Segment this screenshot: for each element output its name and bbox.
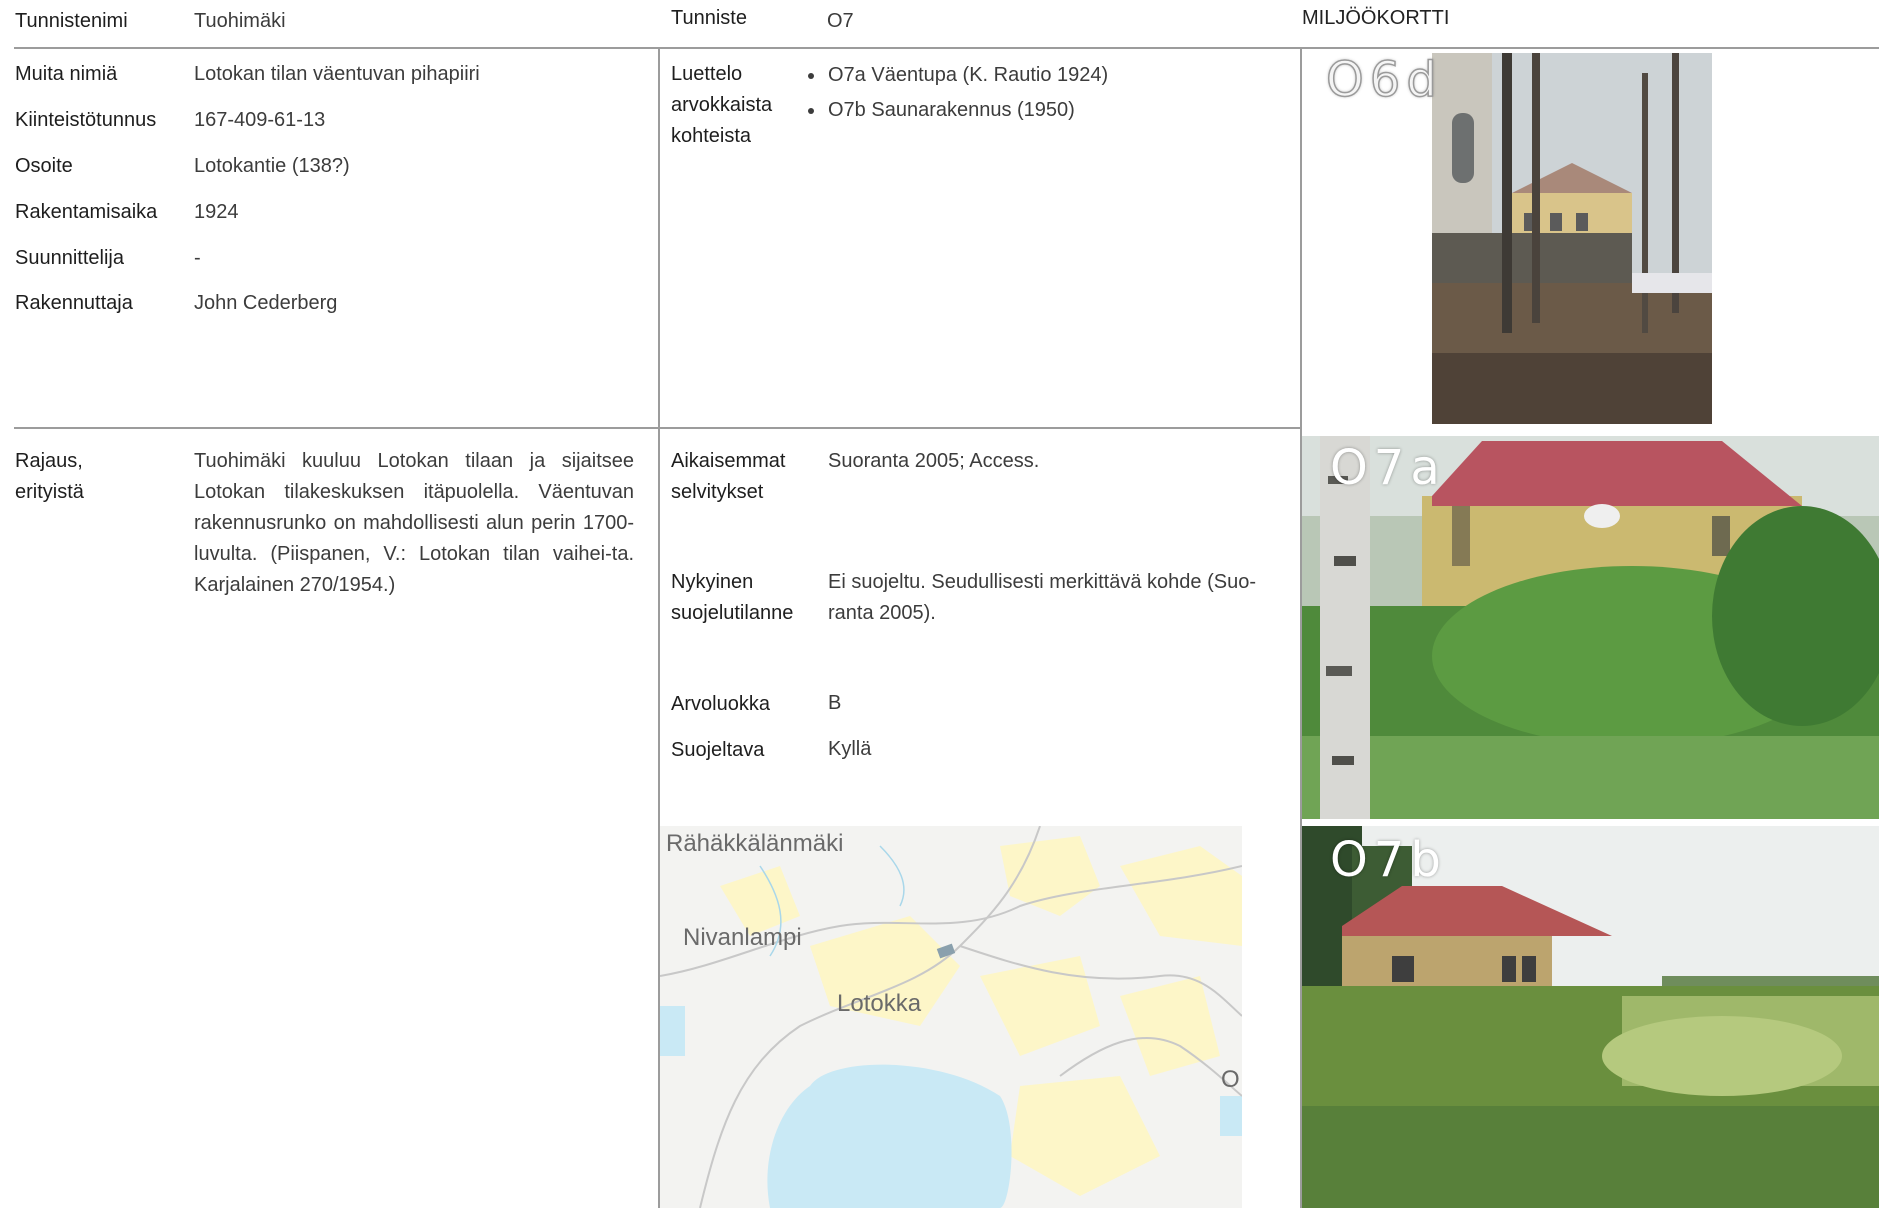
value-class-label: Arvoluokka [671, 693, 770, 715]
list-item: O7a Väentupa (K. Rautio 1924) [826, 58, 1108, 93]
header-divider [14, 47, 1879, 49]
id-value: O7 [827, 10, 854, 32]
id-label: Tunniste [671, 7, 747, 29]
property-id-label: Kiinteistötunnus [15, 109, 157, 131]
build-time-value: 1924 [194, 201, 239, 223]
designer-label: Suunnittelija [15, 247, 124, 269]
previous-studies-label: Aikaisemmat selvitykset [671, 446, 785, 508]
map-graphic [660, 826, 1242, 1208]
other-names-label: Muita nimiä [15, 63, 118, 85]
map-label: O [1221, 1066, 1240, 1093]
protection-value-line: ranta 2005). [828, 602, 936, 624]
to-protect-label: Suojeltava [671, 739, 765, 761]
protection-value: Ei suojeltu. Seudullisesti merkittävä ko… [828, 567, 1256, 629]
previous-studies-label-line: selvitykset [671, 481, 764, 503]
property-id-value: 167-409-61-13 [194, 109, 326, 131]
list-label-line: kohteista [671, 125, 752, 147]
boundary-label: Rajaus, erityistä [15, 446, 84, 508]
value-class-value: B [828, 692, 842, 714]
photo-label-o7b: O7b [1330, 832, 1447, 888]
protection-label: Nykyinen suojelutilanne [671, 567, 793, 629]
list-label: Luettelo arvokkaista kohteista [671, 59, 772, 152]
protection-label-line: Nykyinen [671, 571, 754, 593]
location-map: Rähäkkälänmäki Nivanlampi Lotokka O [660, 826, 1242, 1208]
boundary-text: Tuohimäki kuuluu Lotokan tilaan ja sijai… [194, 450, 634, 596]
list-item: O7b Saunarakennus (1950) [826, 93, 1108, 128]
boundary-label-line: Rajaus, [15, 450, 83, 472]
card-title: MILJÖÖKORTTI [1302, 7, 1450, 29]
builder-value: John Cederberg [194, 292, 338, 314]
list-label-line: Luettelo [671, 63, 743, 85]
address-value: Lotokantie (138?) [194, 155, 350, 177]
photo-label-o7a: O7a [1330, 440, 1446, 496]
protection-label-line: suojelutilanne [671, 602, 794, 624]
boundary-label-line: erityistä [15, 481, 84, 503]
list-label-line: arvokkaista [671, 94, 773, 116]
builder-label: Rakennuttaja [15, 292, 133, 314]
photo-label-o6d: O6d [1325, 51, 1443, 109]
build-time-label: Rakentamisaika [15, 201, 158, 223]
photo-o6d-image [1432, 53, 1712, 424]
previous-studies-value: Suoranta 2005; Access. [828, 450, 1040, 472]
photo-o6d [1432, 53, 1712, 424]
map-label: Rähäkkälänmäki [666, 830, 844, 857]
previous-studies-label-line: Aikaisemmat [671, 450, 786, 472]
map-label: Lotokka [837, 990, 922, 1017]
map-label: Nivanlampi [683, 924, 802, 951]
to-protect-value: Kyllä [828, 738, 872, 760]
other-names-value: Lotokan tilan väentuvan pihapiiri [194, 63, 480, 85]
name-label: Tunnistenimi [15, 10, 128, 32]
designer-value: - [194, 247, 201, 269]
name-value: Tuohimäki [194, 10, 286, 32]
protection-value-line: Ei suojeltu. Seudullisesti merkittävä ko… [828, 571, 1256, 593]
address-label: Osoite [15, 155, 73, 177]
valuable-objects-list: O7a Väentupa (K. Rautio 1924) O7b Saunar… [808, 58, 1108, 128]
